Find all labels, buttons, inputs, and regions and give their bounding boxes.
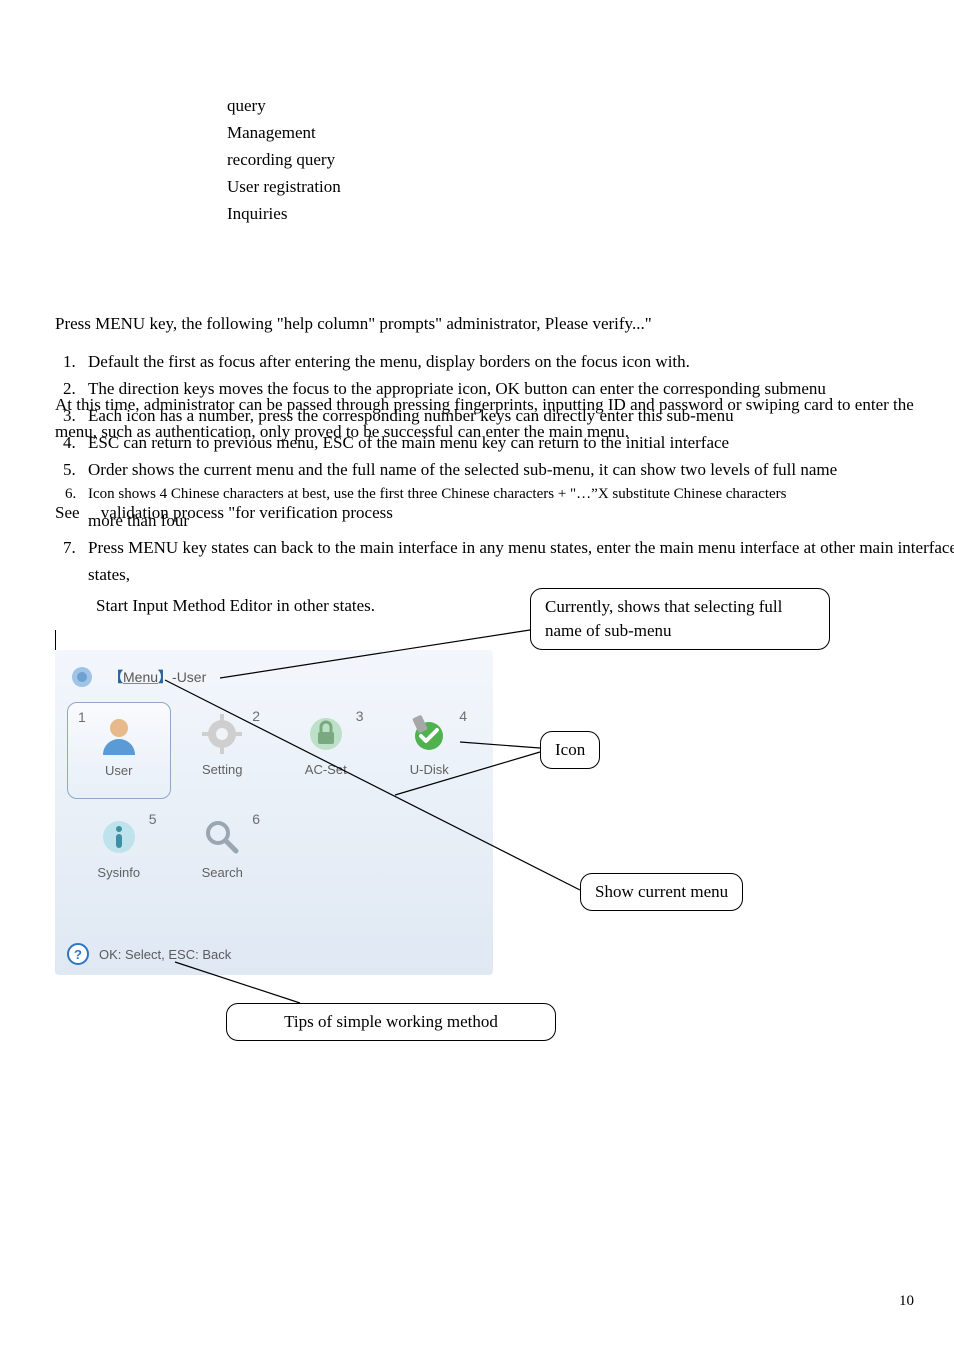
list-item-continuation: more than four: [88, 507, 954, 534]
callout-fullname: Currently, shows that selecting full nam…: [530, 588, 830, 650]
indent-item: User registration: [227, 173, 341, 200]
help-icon: ?: [67, 943, 89, 965]
start-input-line: Start Input Method Editor in other state…: [96, 596, 375, 616]
user-icon: [95, 711, 143, 759]
item-number: 5: [149, 811, 157, 827]
item-label: Setting: [171, 762, 275, 777]
check-icon: [405, 710, 453, 758]
item-number: 1: [78, 709, 86, 725]
search-icon: [198, 813, 246, 861]
menu-item-user[interactable]: 1 User: [67, 702, 171, 799]
bracket-left-icon: 【: [109, 667, 123, 687]
menu-item-udisk[interactable]: 4 U-Disk: [378, 702, 482, 797]
item-number: 2: [252, 708, 260, 724]
item-number: 3: [356, 708, 364, 724]
device-screenshot: 【 Menu 】 -User 1 User 2 Setting 3 AC-Set: [55, 650, 493, 975]
menu-item-sysinfo[interactable]: 5 Sysinfo: [67, 805, 171, 900]
info-icon: [95, 813, 143, 861]
item-number: 4: [459, 708, 467, 724]
item-label: Search: [171, 865, 275, 880]
para-line: Press MENU key, the following "help colu…: [55, 310, 954, 337]
status-text: OK: Select, ESC: Back: [99, 947, 231, 962]
list-item: The direction keys moves the focus to th…: [80, 375, 954, 402]
list-item: Icon shows 4 Chinese characters at best,…: [80, 483, 954, 534]
list-item: Each icon has a number, press the corres…: [80, 402, 954, 429]
header-logo-icon: [67, 663, 97, 691]
gear-icon: [198, 710, 246, 758]
list-item: Default the first as focus after enterin…: [80, 348, 954, 375]
item-label: Sysinfo: [67, 865, 171, 880]
callout-icon: Icon: [540, 731, 600, 769]
text-cursor-icon: [55, 630, 56, 650]
menu-item-search[interactable]: 6 Search: [171, 805, 275, 900]
bracket-right-icon: 】: [158, 667, 172, 687]
menu-grid: 1 User 2 Setting 3 AC-Set 4 U-Disk: [67, 702, 481, 900]
top-indent-list: query Management recording query User re…: [227, 92, 341, 227]
page-number: 10: [899, 1293, 914, 1310]
device-header: 【 Menu 】 -User: [67, 662, 481, 692]
list-item: Press MENU key states can back to the ma…: [80, 534, 954, 588]
list-item: ESC can return to previous menu, ESC of …: [80, 429, 954, 456]
callout-current-menu: Show current menu: [580, 873, 743, 911]
lock-icon: [302, 710, 350, 758]
item-number: 6: [252, 811, 260, 827]
indent-item: recording query: [227, 146, 341, 173]
indent-item: query: [227, 92, 341, 119]
menu-item-acset[interactable]: 3 AC-Set: [274, 702, 378, 797]
item-label: User: [68, 763, 170, 778]
device-status-bar: ? OK: Select, ESC: Back: [67, 943, 231, 965]
header-sub-label: -User: [172, 669, 206, 685]
item-label: U-Disk: [378, 762, 482, 777]
callout-tips: Tips of simple working method: [226, 1003, 556, 1041]
item-label: AC-Set: [274, 762, 378, 777]
indent-item: Management: [227, 119, 341, 146]
list-item: Order shows the current menu and the ful…: [80, 456, 954, 483]
list-item-text: Icon shows 4 Chinese characters at best,…: [88, 486, 787, 502]
header-menu-label: Menu: [123, 669, 158, 685]
menu-item-setting[interactable]: 2 Setting: [171, 702, 275, 797]
indent-item: Inquiries: [227, 200, 341, 227]
numbered-list: Default the first as focus after enterin…: [55, 348, 954, 588]
